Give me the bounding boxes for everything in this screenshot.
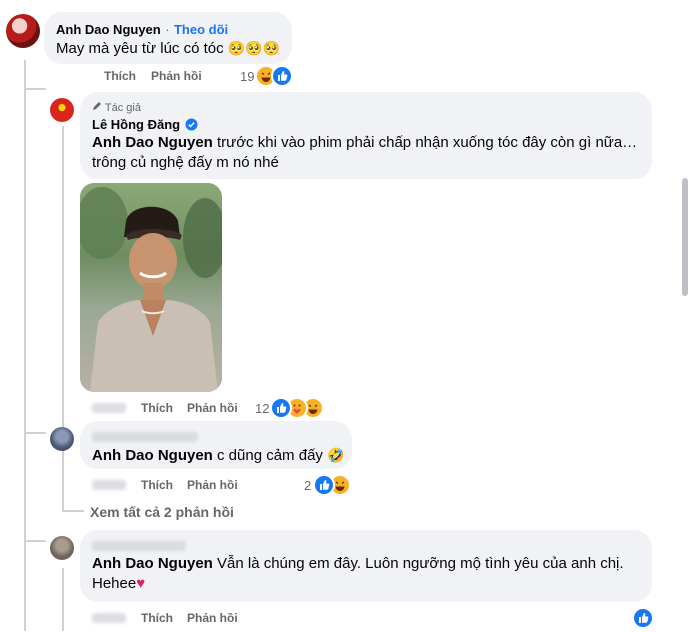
author-badge: Tác giả: [104, 102, 141, 114]
thread-line-branch-1: [24, 88, 46, 90]
avatar[interactable]: [50, 98, 74, 122]
blurred-timestamp: [92, 403, 126, 413]
pen-icon: [92, 102, 105, 114]
like-reaction-icon[interactable]: [632, 607, 654, 629]
view-all-replies-link[interactable]: Xem tất cả 2 phản hồi: [90, 504, 234, 520]
comment-text: c dũng cảm đấy: [217, 447, 323, 464]
comment-text: May mà yêu từ lúc có tóc: [56, 40, 224, 57]
reply-button[interactable]: Phản hồi: [187, 611, 238, 625]
blurred-author-name: [92, 432, 198, 442]
thread-line-sub: [62, 126, 64, 510]
like-button[interactable]: Thích: [141, 611, 173, 625]
follow-link[interactable]: Theo dõi: [174, 22, 228, 37]
heart-emoji: ♥: [136, 575, 146, 592]
comment-photo[interactable]: [80, 183, 222, 392]
like-button[interactable]: Thích: [141, 478, 173, 492]
thread-line-branch-4: [24, 540, 46, 542]
comment-author[interactable]: Anh Dao Nguyen: [56, 22, 161, 37]
emoji-pleading: 🥺🥺🥺: [227, 40, 281, 56]
like-button[interactable]: Thích: [141, 401, 173, 415]
like-reaction-icon[interactable]: [270, 397, 292, 419]
like-reaction-icon[interactable]: [313, 474, 335, 496]
thread-line-branch-2: [24, 432, 46, 434]
thread-line-sub-2: [62, 568, 64, 631]
avatar[interactable]: [50, 427, 74, 451]
mention-tag[interactable]: Anh Dao Nguyen: [92, 447, 213, 464]
comment-bubble: Anh Dao Nguyen c dũng cảm đấy 🤣: [80, 421, 352, 469]
reaction-count[interactable]: 12: [255, 401, 269, 416]
like-reaction-icon[interactable]: [271, 65, 293, 87]
comment-bubble: Anh Dao Nguyen · Theo dõi May mà yêu từ …: [44, 12, 292, 64]
comment-author[interactable]: Lê Hồng Đăng: [92, 117, 180, 132]
blurred-timestamp: [92, 613, 126, 623]
blurred-timestamp: [92, 480, 126, 490]
comment-bubble: Tác giả Lê Hồng Đăng Anh Dao Nguyen trướ…: [80, 92, 652, 179]
avatar[interactable]: [6, 14, 40, 48]
avatar[interactable]: [50, 536, 74, 560]
reply-button[interactable]: Phản hồi: [151, 69, 202, 83]
comment-bubble: Anh Dao Nguyen Vẫn là chúng em đây. Luôn…: [80, 530, 652, 602]
scrollbar-thumb[interactable]: [682, 178, 688, 296]
reaction-count[interactable]: 19: [240, 69, 254, 84]
like-button[interactable]: Thích: [104, 69, 136, 83]
reaction-count[interactable]: 2: [304, 478, 311, 493]
reply-button[interactable]: Phản hồi: [187, 401, 238, 415]
emoji-rofl: 🤣: [327, 447, 345, 463]
mention-tag[interactable]: Anh Dao Nguyen: [92, 134, 213, 151]
thread-line-branch-3: [62, 510, 84, 512]
reply-button[interactable]: Phản hồi: [187, 478, 238, 492]
blurred-author-name: [92, 541, 186, 551]
separator-dot: ·: [165, 22, 170, 37]
mention-tag[interactable]: Anh Dao Nguyen: [92, 555, 213, 572]
thread-line-main: [24, 60, 26, 631]
